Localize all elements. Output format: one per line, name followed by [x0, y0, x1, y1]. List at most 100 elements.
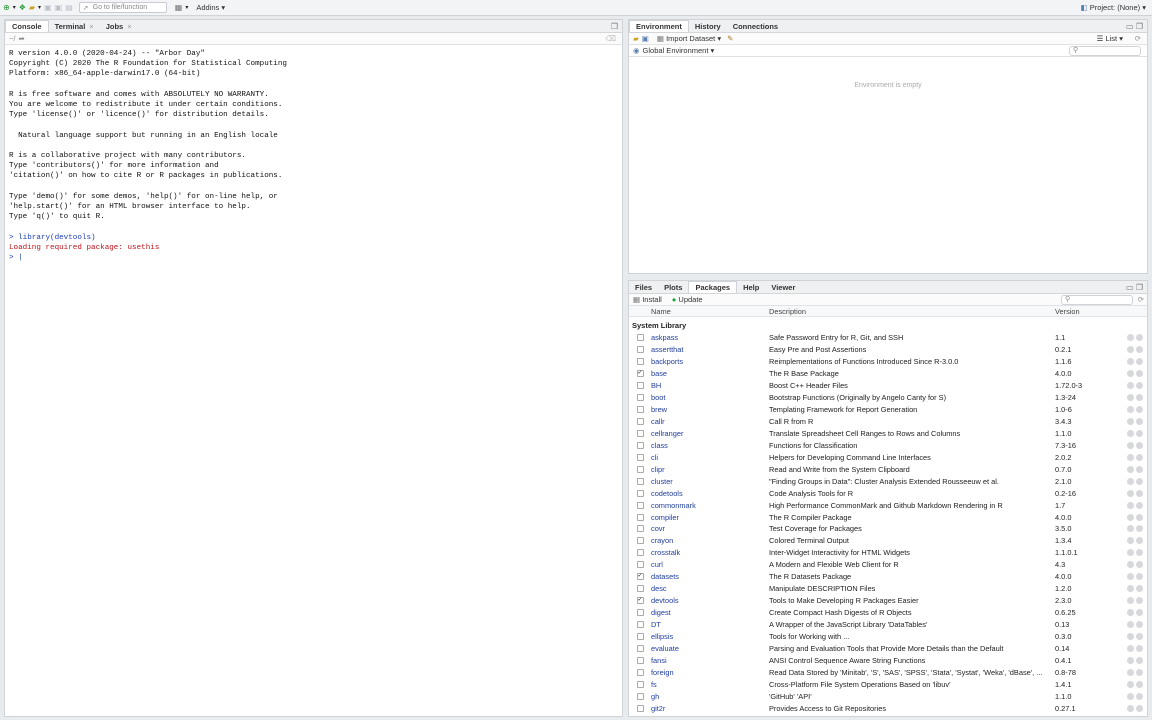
remove-package-icon[interactable]: [1136, 656, 1143, 664]
addins-menu[interactable]: Addins ▾: [196, 3, 225, 12]
tab-environment[interactable]: Environment: [629, 20, 689, 32]
tab-viewer[interactable]: Viewer: [765, 281, 801, 293]
remove-package-icon[interactable]: [1136, 680, 1143, 688]
packages-search-input[interactable]: ⚲: [1061, 295, 1133, 305]
package-name-link[interactable]: fs: [651, 680, 769, 689]
browse-package-icon[interactable]: [1127, 668, 1134, 676]
package-name-link[interactable]: crosstalk: [651, 548, 769, 557]
browse-package-icon[interactable]: [1127, 632, 1134, 640]
package-name-link[interactable]: cluster: [651, 477, 769, 486]
package-name-link[interactable]: brew: [651, 405, 769, 414]
remove-package-icon[interactable]: [1136, 668, 1143, 676]
browse-package-icon[interactable]: [1127, 680, 1134, 688]
remove-package-icon[interactable]: [1136, 346, 1143, 354]
browse-package-icon[interactable]: [1127, 429, 1134, 437]
browse-package-icon[interactable]: [1127, 573, 1134, 581]
package-checkbox[interactable]: [636, 704, 644, 712]
list-view-menu[interactable]: ☰ List ▾: [1097, 34, 1123, 43]
tab-plots[interactable]: Plots: [658, 281, 688, 293]
browse-package-icon[interactable]: [1127, 656, 1134, 664]
package-name-link[interactable]: cellranger: [651, 429, 769, 438]
package-checkbox[interactable]: [636, 358, 644, 366]
package-checkbox[interactable]: [636, 489, 644, 497]
browse-package-icon[interactable]: [1127, 609, 1134, 617]
column-description[interactable]: Description: [769, 307, 1055, 316]
import-dataset-button[interactable]: ▦ Import Dataset ▾: [657, 34, 721, 43]
remove-package-icon[interactable]: [1136, 334, 1143, 342]
package-name-link[interactable]: digest: [651, 608, 769, 617]
dropdown-chevron-icon[interactable]: ▾: [185, 2, 188, 14]
package-name-link[interactable]: boot: [651, 393, 769, 402]
tab-terminal[interactable]: Terminal ×: [49, 20, 100, 32]
package-name-link[interactable]: fansi: [651, 656, 769, 665]
package-checkbox[interactable]: [636, 477, 644, 485]
remove-package-icon[interactable]: [1136, 573, 1143, 581]
package-checkbox[interactable]: [636, 620, 644, 628]
package-name-link[interactable]: desc: [651, 584, 769, 593]
browse-package-icon[interactable]: [1127, 489, 1134, 497]
refresh-icon[interactable]: ⟳: [1135, 34, 1141, 43]
package-name-link[interactable]: crayon: [651, 536, 769, 545]
package-checkbox[interactable]: [636, 465, 644, 473]
remove-package-icon[interactable]: [1136, 406, 1143, 414]
remove-package-icon[interactable]: [1136, 477, 1143, 485]
column-name[interactable]: Name: [651, 307, 769, 316]
package-name-link[interactable]: covr: [651, 524, 769, 533]
dropdown-chevron-icon[interactable]: ▾: [13, 2, 16, 14]
browse-package-icon[interactable]: [1127, 465, 1134, 473]
environment-search-input[interactable]: ⚲: [1069, 46, 1141, 56]
save-all-icon[interactable]: ▣: [55, 2, 63, 14]
package-checkbox[interactable]: [636, 346, 644, 354]
refresh-icon[interactable]: ⟳: [1138, 295, 1144, 304]
browse-package-icon[interactable]: [1127, 549, 1134, 557]
remove-package-icon[interactable]: [1136, 513, 1143, 521]
broom-icon[interactable]: ✎: [727, 34, 733, 43]
tab-history[interactable]: History: [689, 20, 727, 32]
package-name-link[interactable]: callr: [651, 417, 769, 426]
package-name-link[interactable]: evaluate: [651, 644, 769, 653]
package-name-link[interactable]: codetools: [651, 489, 769, 498]
remove-package-icon[interactable]: [1136, 632, 1143, 640]
package-name-link[interactable]: BH: [651, 381, 769, 390]
package-name-link[interactable]: askpass: [651, 333, 769, 342]
package-checkbox[interactable]: [636, 632, 644, 640]
install-button[interactable]: ▦ Install: [633, 295, 662, 304]
browse-package-icon[interactable]: [1127, 692, 1134, 700]
package-name-link[interactable]: devtools: [651, 596, 769, 605]
remove-package-icon[interactable]: [1136, 465, 1143, 473]
browse-package-icon[interactable]: [1127, 537, 1134, 545]
new-project-icon[interactable]: ❖: [19, 2, 26, 14]
remove-package-icon[interactable]: [1136, 453, 1143, 461]
remove-package-icon[interactable]: [1136, 394, 1143, 402]
package-checkbox[interactable]: [636, 406, 644, 414]
save-icon[interactable]: ▣: [44, 2, 52, 14]
package-checkbox[interactable]: [636, 680, 644, 688]
package-name-link[interactable]: DT: [651, 620, 769, 629]
remove-package-icon[interactable]: [1136, 704, 1143, 712]
package-checkbox[interactable]: ✓: [636, 597, 644, 605]
update-button[interactable]: ● Update: [672, 295, 703, 304]
remove-package-icon[interactable]: [1136, 549, 1143, 557]
remove-package-icon[interactable]: [1136, 525, 1143, 533]
package-checkbox[interactable]: [636, 609, 644, 617]
package-name-link[interactable]: curl: [651, 560, 769, 569]
package-checkbox[interactable]: [636, 441, 644, 449]
package-name-link[interactable]: commonmark: [651, 501, 769, 510]
browse-package-icon[interactable]: [1127, 418, 1134, 426]
browse-package-icon[interactable]: [1127, 525, 1134, 533]
package-name-link[interactable]: ellipsis: [651, 632, 769, 641]
package-name-link[interactable]: base: [651, 369, 769, 378]
tab-files[interactable]: Files: [629, 281, 658, 293]
remove-package-icon[interactable]: [1136, 620, 1143, 628]
open-file-icon[interactable]: ▰: [29, 2, 35, 14]
browse-package-icon[interactable]: [1127, 334, 1134, 342]
remove-package-icon[interactable]: [1136, 585, 1143, 593]
package-checkbox[interactable]: ✓: [636, 370, 644, 378]
browse-package-icon[interactable]: [1127, 346, 1134, 354]
browse-package-icon[interactable]: [1127, 441, 1134, 449]
remove-package-icon[interactable]: [1136, 418, 1143, 426]
print-icon[interactable]: ▤: [65, 2, 73, 14]
remove-package-icon[interactable]: [1136, 609, 1143, 617]
browse-package-icon[interactable]: [1127, 477, 1134, 485]
remove-package-icon[interactable]: [1136, 429, 1143, 437]
